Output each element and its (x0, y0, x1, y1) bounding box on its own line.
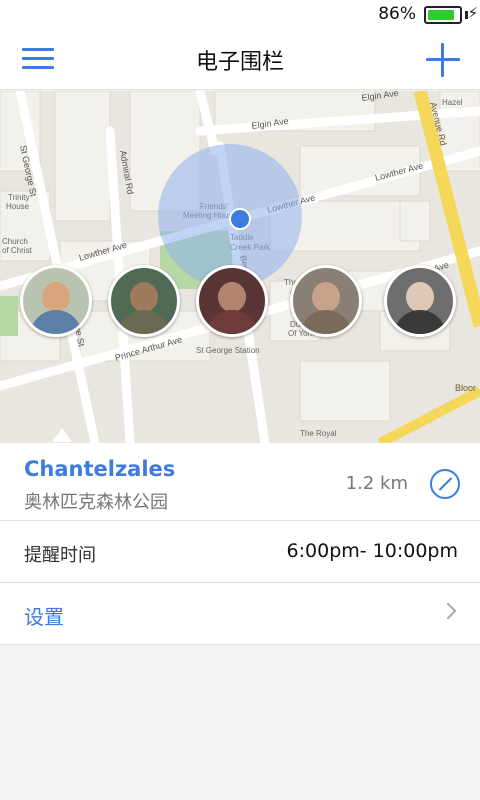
avatar-1[interactable] (20, 265, 92, 337)
page-title: 电子围栏 (195, 50, 284, 75)
settings-label: 设置 (24, 605, 64, 629)
svg-text:Bloor: Bloor (455, 383, 476, 393)
battery-percentage: 86% (378, 4, 416, 24)
reminder-row[interactable]: 提醒时间 6:00pm- 10:00pm (0, 521, 480, 583)
user-name: Chantelzales (24, 457, 176, 481)
info-panel: Chantelzales 奥林匹克森林公园 1.2 km 提醒时间 6:00pm… (0, 443, 480, 645)
avatar-5[interactable] (384, 265, 456, 337)
chevron-right-icon (439, 602, 457, 620)
status-bar: 86% ⚡ (0, 0, 480, 28)
svg-text:Church: Church (2, 237, 28, 246)
reminder-value: 6:00pm- 10:00pm (286, 540, 458, 562)
navigate-icon[interactable] (430, 469, 460, 499)
reminder-label: 提醒时间 (24, 545, 96, 566)
user-row: Chantelzales 奥林匹克森林公园 1.2 km (0, 443, 480, 521)
selection-pointer (52, 428, 72, 442)
svg-text:The Royal: The Royal (300, 429, 337, 438)
battery-icon (424, 6, 462, 24)
svg-text:of Christ: of Christ (2, 246, 33, 255)
svg-text:Elgin Ave: Elgin Ave (361, 91, 399, 103)
charging-icon: ⚡ (467, 4, 478, 22)
distance: 1.2 km (345, 473, 408, 494)
add-icon[interactable] (426, 43, 460, 77)
app-bar: 电子围栏 (0, 28, 480, 90)
place-name: 奥林匹克森林公园 (24, 492, 168, 513)
svg-text:St George Station: St George Station (196, 346, 260, 355)
avatar-3[interactable] (196, 265, 268, 337)
avatar-4[interactable] (290, 265, 362, 337)
svg-text:Hazel: Hazel (442, 98, 463, 107)
settings-row[interactable]: 设置 (0, 583, 480, 645)
svg-text:Trinity: Trinity (8, 193, 29, 202)
location-marker (229, 208, 251, 230)
battery-level (428, 10, 454, 20)
avatar-2[interactable] (108, 265, 180, 337)
svg-text:House: House (6, 202, 30, 211)
